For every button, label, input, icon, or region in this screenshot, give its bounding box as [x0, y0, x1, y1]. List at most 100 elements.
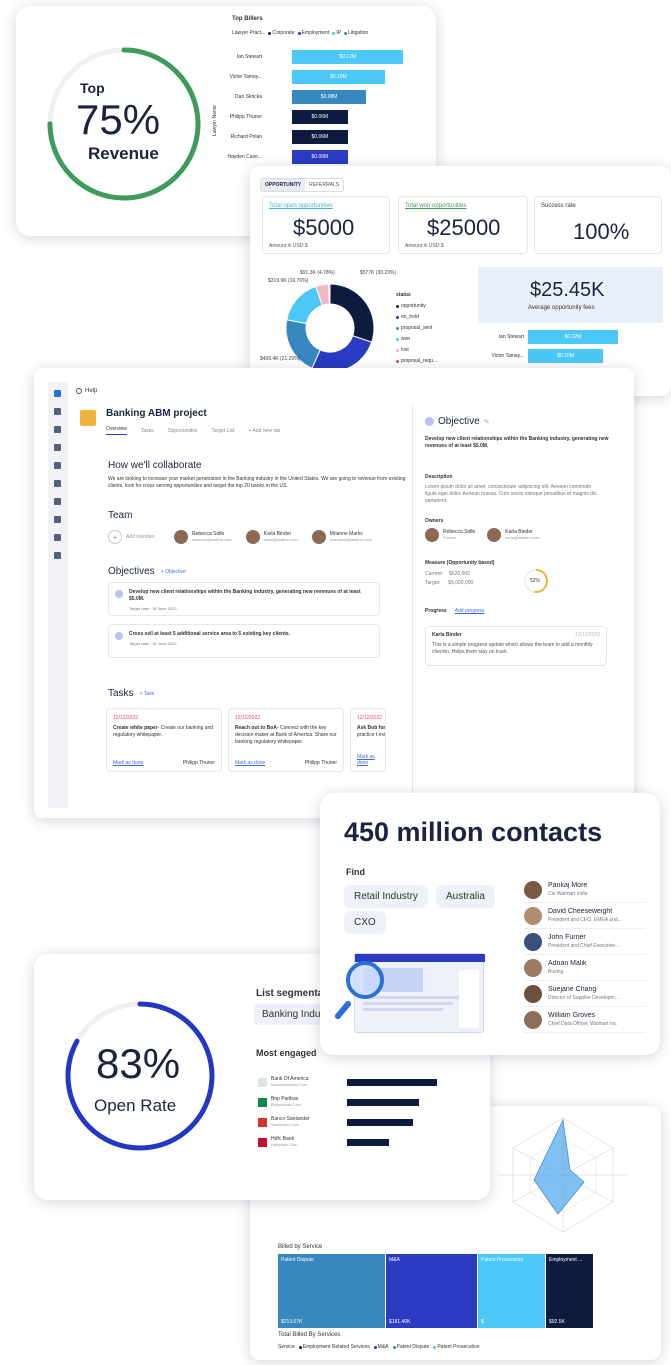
tab-opportunity[interactable]: OPPORTUNITY — [261, 179, 306, 191]
filter-chip-industry[interactable]: Retail Industry — [344, 885, 428, 908]
treemap-cell-label: M&A — [389, 1257, 400, 1263]
revenue-percent: 75% — [76, 96, 161, 143]
contact-row[interactable]: William Groves Chief Data Officer, Walmar… — [524, 1007, 646, 1033]
legend-item-litigation: Litigation — [344, 30, 368, 36]
magnifier-handle — [333, 999, 353, 1021]
task-owner: Philipp Thuner — [304, 760, 337, 766]
update-date: 12/12/2022 — [574, 632, 600, 638]
member-email: marianne@lawfirm.com — [329, 537, 372, 542]
tab-overview[interactable]: Overview — [106, 426, 127, 435]
mark-done-link[interactable]: Mark as done — [357, 754, 385, 766]
team-members: Rebecca Sidle rebecca@lawfirm.com Karla Bi… — [174, 530, 372, 544]
donut-legend-item: opportunity — [396, 301, 437, 312]
users-icon[interactable] — [54, 408, 61, 415]
add-member-button[interactable]: + Add member — [108, 530, 155, 544]
radar-chart — [498, 1117, 628, 1233]
mark-done-link[interactable]: Mark as done — [235, 760, 265, 766]
collab-text: We are looking to increase your market p… — [108, 476, 406, 489]
edit-icon[interactable]: ✎ — [484, 418, 490, 426]
mark-done-link[interactable]: Mark as done — [113, 760, 143, 766]
owner[interactable]: Rebecca Sidle Partner — [425, 528, 475, 542]
target-label: Target: — [425, 580, 441, 586]
briefcase-icon[interactable] — [54, 552, 61, 559]
legend-item-ma: M&A — [373, 1344, 389, 1350]
donut-legend-item: on_hold — [396, 312, 437, 323]
add-task-button[interactable]: + Task — [140, 691, 155, 697]
add-objective-button[interactable]: + Objective — [161, 569, 186, 575]
task-card[interactable]: 12/12/2022 Reach out to BoA- Connect with… — [228, 708, 344, 772]
settings-icon[interactable] — [54, 516, 61, 523]
tab-opportunities[interactable]: Opportunities — [168, 428, 198, 434]
objective-icon — [115, 632, 123, 640]
bar: $0.10M — [528, 349, 603, 363]
company-domain: Bnpparibas.Com — [271, 1102, 301, 1107]
help-link[interactable]: Help — [76, 388, 97, 394]
objective-panel-title: Objective — [438, 416, 480, 427]
add-progress-link[interactable]: Add progress — [455, 608, 485, 614]
add-tab-button[interactable]: + Add new tab — [248, 428, 280, 434]
people-list: Pankaj More Cio Walmart India David Cheese… — [524, 877, 646, 1033]
calendar-icon[interactable] — [54, 462, 61, 469]
objective-item[interactable]: Cross sell at least 5 additional service… — [108, 624, 380, 658]
check-icon[interactable] — [54, 444, 61, 451]
person-icon[interactable] — [54, 480, 61, 487]
objective-item[interactable]: Develop new client relationships within … — [108, 582, 380, 616]
billed-legend-prefix: Service — [278, 1344, 295, 1350]
donut-label: $577K (30.23%) — [360, 270, 396, 276]
revenue-label: Revenue — [88, 144, 159, 163]
tab-referrals[interactable]: REFERRALS — [305, 179, 343, 191]
task-card[interactable]: 12/12/2022 Create white paper- Create our… — [106, 708, 222, 772]
owners-title: Owners — [425, 518, 444, 524]
bar: $0.12M — [528, 330, 618, 344]
tab-tasks[interactable]: Tasks — [141, 428, 154, 434]
bar: $0.06M — [292, 150, 348, 164]
legend-item-patent-dispute: Patent Dispute — [392, 1344, 429, 1350]
task-card[interactable]: 12/12/2022 Ask Bob for introduCorporate p… — [350, 708, 386, 772]
contact-row[interactable]: Adnan Malik Buying — [524, 955, 646, 981]
magnifier-icon — [346, 961, 384, 999]
contact-row[interactable]: John Furner President and Chief Executive… — [524, 929, 646, 955]
objective-text: Cross sell at least 5 additional service… — [129, 631, 290, 637]
contact-role: Chief Data Officer, Walmart Inc — [548, 1020, 617, 1027]
avatar — [524, 1010, 542, 1029]
contact-row[interactable]: David Cheeseweight President and CEO, EME… — [524, 903, 646, 929]
team-member[interactable]: Rebecca Sidle rebecca@lawfirm.com — [174, 530, 232, 544]
clock-icon[interactable] — [54, 498, 61, 505]
contact-row[interactable]: Pankaj More Cio Walmart India — [524, 877, 646, 903]
filter-chip-location[interactable]: Australia — [436, 885, 495, 908]
objective-text: Develop new client relationships within … — [129, 589, 361, 602]
donut-slice-proposal_requ — [328, 283, 331, 305]
objective-date: Target date : 30 June 2022 — [129, 641, 177, 646]
billed-title: Billed by Service — [278, 1244, 323, 1250]
engaged-company[interactable]: Bank Of America Bankofamerica.Com — [258, 1072, 458, 1092]
team-member[interactable]: Karla Binder karla@lawfirm.com — [245, 530, 298, 544]
task-owner: Philipp Thuner — [182, 760, 215, 766]
stat-open-value: $5000 — [293, 215, 355, 240]
engaged-company[interactable]: Hdfc Bank Hdfcbank.Com — [258, 1132, 458, 1152]
filter-chip-seniority[interactable]: CXO — [344, 911, 386, 934]
building-icon[interactable] — [54, 426, 61, 433]
task-body: Create white paper- Create our banking a… — [113, 725, 217, 739]
contacts-card: 450 million contacts Find Retail Industr… — [320, 793, 660, 1055]
engaged-company[interactable]: Bnp Paribas Bnpparibas.Com — [258, 1092, 458, 1112]
stat-won-label[interactable]: Total won opportunities — [405, 203, 466, 209]
tab-target-list[interactable]: Target List — [211, 428, 234, 434]
project-icon — [80, 410, 96, 426]
task-body: Reach out to BoA- Connect with the key d… — [235, 725, 339, 746]
stat-open-label[interactable]: Total open opportunities — [269, 203, 333, 209]
objective-icon — [115, 590, 123, 598]
engaged-list: Bank Of America Bankofamerica.Com Bnp Pari… — [258, 1072, 458, 1152]
owner[interactable]: Karla Binder karla@lawfirm.com — [487, 528, 539, 542]
bar: $0.08M — [292, 90, 367, 104]
collab-title: How we'll collaborate — [108, 460, 202, 471]
task-title: Ask Bob for introdu — [357, 725, 386, 731]
stat-won: Total won opportunities $25000 Amount in… — [398, 196, 528, 254]
engaged-company[interactable]: Banco Santander Santander.Com — [258, 1112, 458, 1132]
task-title: Reach out to BoA — [235, 725, 277, 731]
home-icon[interactable] — [54, 390, 61, 397]
contact-row[interactable]: Suejane Chang Director of Supplier Develo… — [524, 981, 646, 1007]
team-member[interactable]: Mrianne Marks marianne@lawfirm.com — [311, 530, 372, 544]
find-label: Find — [346, 867, 365, 877]
current-label: Current: — [425, 571, 444, 577]
dollar-icon[interactable] — [54, 534, 61, 541]
